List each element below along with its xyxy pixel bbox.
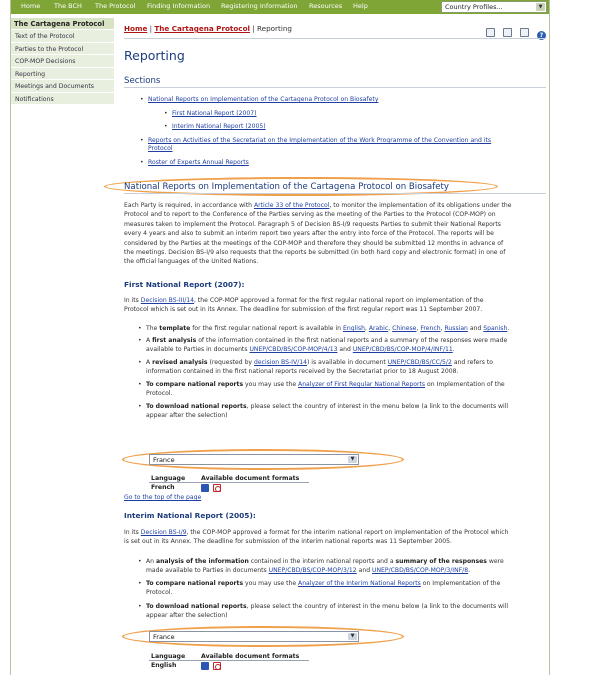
first-report-heading: First National Report (2007): <box>124 280 245 289</box>
column-header-language: Language <box>151 653 186 660</box>
first-report-doc-table: Language Available document formats Fren… <box>149 474 309 493</box>
list-item: • To download national reports, please s… <box>138 403 509 420</box>
section-link-first-national[interactable]: First National Report (2007) <box>172 110 257 117</box>
nav-the-bch[interactable]: The BCH <box>54 2 82 10</box>
nav-finding-information[interactable]: Finding Information <box>147 2 210 10</box>
table-header: Language Available document formats <box>149 474 309 483</box>
section-link-interim-national[interactable]: Interim National Report (2005) <box>172 123 266 130</box>
pdf-document-icon[interactable] <box>213 484 221 492</box>
nav-the-protocol[interactable]: The Protocol <box>95 2 135 10</box>
section-link-roster-of-experts[interactable]: Roster of Experts Annual Reports <box>148 159 249 166</box>
country-select-value: France <box>153 633 175 641</box>
doc-cop-mop-3-12-link[interactable]: UNEP/CBD/BS/COP-MOP/3/12 <box>269 567 357 574</box>
doc-cop-mop-4-inf-11-link[interactable]: UNEP/CBD/BS/COP-MOP/4/INF/11 <box>353 346 453 353</box>
doc-cop-mop-3-inf-8-link[interactable]: UNEP/CBD/BS/COP-MOP/3/INF/8 <box>372 567 468 574</box>
sections-heading: Sections <box>124 76 546 88</box>
national-reports-heading: National Reports on Implementation of th… <box>124 182 546 194</box>
template-arabic-link[interactable]: Arabic <box>369 325 388 332</box>
list-item: • A revised analysis (requested by decis… <box>138 359 493 376</box>
interim-report-country-select[interactable]: France ▼ <box>149 631 359 642</box>
chevron-down-icon: ▼ <box>348 456 357 463</box>
interim-report-heading: Interim National Report (2005): <box>124 511 256 520</box>
divider <box>124 38 546 39</box>
word-document-icon[interactable] <box>201 662 209 670</box>
interim-report-intro: In its Decision BS-I/9, the COP-MOP appr… <box>124 529 509 546</box>
sidebar-item-cop-mop-decisions[interactable]: COP-MOP Decisions <box>11 55 114 68</box>
sidebar-item-text-of-protocol[interactable]: Text of the Protocol <box>11 30 114 43</box>
list-item: • An analysis of the information contain… <box>138 558 504 575</box>
doc-cc-5-2-link[interactable]: UNEP/CBD/BS/CC/5/2 <box>388 359 452 366</box>
interim-report-doc-table: Language Available document formats Engl… <box>149 652 309 671</box>
table-row: French <box>149 483 309 493</box>
language-cell: French <box>151 484 175 491</box>
table-header: Language Available document formats <box>149 652 309 661</box>
sidebar-item-notifications[interactable]: Notifications <box>11 92 114 105</box>
list-item: • To compare national reports you may us… <box>138 580 501 597</box>
increase-text-icon[interactable] <box>502 28 512 37</box>
decrease-text-icon[interactable] <box>485 28 495 37</box>
template-french-link[interactable]: French <box>420 325 440 332</box>
national-reports-paragraph: Each Party is required, in accordance wi… <box>124 202 512 266</box>
template-spanish-link[interactable]: Spanish <box>483 325 507 332</box>
template-russian-link[interactable]: Russian <box>444 325 467 332</box>
template-chinese-link[interactable]: Chinese <box>392 325 416 332</box>
country-select-value: France <box>153 456 175 464</box>
doc-cop-mop-4-13-link[interactable]: UNEP/CBD/BS/COP-MOP/4/13 <box>249 346 337 353</box>
list-item: • A first analysis of the information co… <box>138 337 508 354</box>
table-row: English <box>149 661 309 671</box>
analyzer-interim-reports-link[interactable]: Analyzer of the Interim National Reports <box>298 580 421 587</box>
print-icon[interactable] <box>519 28 529 37</box>
column-header-formats: Available document formats <box>201 475 300 482</box>
first-report-intro: In its Decision BS-III/14, the COP-MOP a… <box>124 297 484 314</box>
decision-bs-iv-14-link[interactable]: decision BS-IV/14 <box>254 359 307 366</box>
nav-registering-information[interactable]: Registering Information <box>221 2 298 10</box>
page-frame: Home The BCH The Protocol Finding Inform… <box>10 0 550 675</box>
first-report-country-select[interactable]: France ▼ <box>149 454 359 465</box>
decision-bs-i-9-link[interactable]: Decision BS-I/9 <box>141 529 187 536</box>
breadcrumb-current: Reporting <box>257 24 292 33</box>
country-profiles-select[interactable]: Country Profiles... ▼ <box>441 1 547 13</box>
word-document-icon[interactable] <box>201 484 209 492</box>
nav-home[interactable]: Home <box>21 2 40 10</box>
chevron-down-icon: ▼ <box>536 3 545 11</box>
sidebar-heading[interactable]: The Cartagena Protocol <box>11 18 114 30</box>
column-header-language: Language <box>151 475 186 482</box>
pdf-document-icon[interactable] <box>213 662 221 670</box>
top-of-page-link[interactable]: Go to the top of the page <box>124 494 201 501</box>
sidebar-item-reporting[interactable]: Reporting <box>11 67 114 80</box>
breadcrumb: Home | The Cartagena Protocol | Reportin… <box>124 24 292 33</box>
sidebar: The Cartagena Protocol Text of the Proto… <box>11 18 114 105</box>
section-link-secretariat-reports-cont[interactable]: Protocol <box>148 145 173 152</box>
breadcrumb-protocol[interactable]: The Cartagena Protocol <box>154 24 250 33</box>
list-item: • To download national reports, please s… <box>138 603 509 620</box>
article-33-link[interactable]: Article 33 of the Protocol <box>254 202 329 209</box>
country-select-value: Country Profiles... <box>445 3 503 11</box>
column-header-formats: Available document formats <box>201 653 300 660</box>
list-item: • The template for the first regular nat… <box>138 325 510 332</box>
breadcrumb-separator: | <box>252 24 255 33</box>
section-link-national-reports[interactable]: National Reports on Implementation of th… <box>148 96 378 103</box>
sidebar-item-parties[interactable]: Parties to the Protocol <box>11 42 114 55</box>
breadcrumb-separator: | <box>149 24 153 33</box>
analyzer-first-reports-link[interactable]: Analyzer of First Regular National Repor… <box>298 381 425 388</box>
top-navigation: Home The BCH The Protocol Finding Inform… <box>11 0 549 14</box>
chevron-down-icon: ▼ <box>348 633 357 640</box>
nav-help[interactable]: Help <box>353 2 368 10</box>
sidebar-item-meetings[interactable]: Meetings and Documents <box>11 80 114 93</box>
page-title: Reporting <box>124 48 185 63</box>
nav-resources[interactable]: Resources <box>309 2 342 10</box>
template-english-link[interactable]: English <box>343 325 365 332</box>
breadcrumb-home[interactable]: Home <box>124 24 147 33</box>
decision-bs-iii-14-link[interactable]: Decision BS-III/14 <box>141 297 194 304</box>
section-link-secretariat-reports[interactable]: Reports on Activities of the Secretariat… <box>148 137 491 144</box>
language-cell: English <box>151 662 177 669</box>
list-item: • To compare national reports you may us… <box>138 381 505 398</box>
